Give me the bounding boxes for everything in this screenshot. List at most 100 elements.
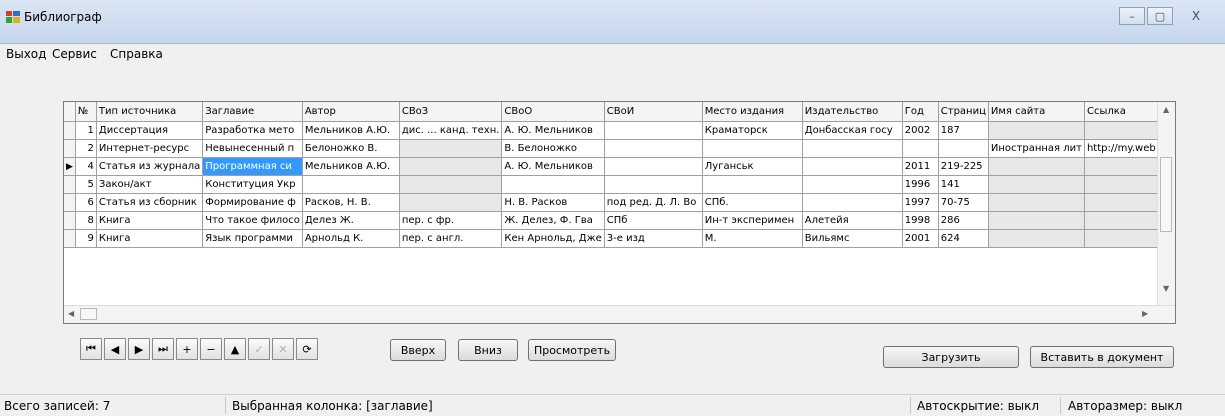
table-cell[interactable]: 5 [75,175,97,194]
table-cell[interactable]: Книга [96,229,204,248]
column-header[interactable]: Тип источника [96,102,204,122]
table-cell[interactable] [802,193,903,212]
table-cell[interactable]: 219-225 [938,157,989,176]
table-cell[interactable]: СПб [604,211,703,230]
maximize-button[interactable]: ▢ [1147,7,1173,25]
table-cell[interactable]: 141 [938,175,989,194]
edit-record-icon[interactable]: ▲ [224,338,246,360]
table-cell[interactable]: Кен Арнольд, Дже [501,229,605,248]
table-cell[interactable] [1084,193,1159,212]
table-cell[interactable]: 1998 [902,211,939,230]
row-header[interactable] [64,193,76,212]
table-cell[interactable] [802,139,903,158]
view-button[interactable]: Просмотреть [528,339,616,361]
table-row[interactable]: 1 Диссертация Разработка мето Мельников А.Ю… [64,121,1159,140]
delete-record-icon[interactable]: − [200,338,222,360]
table-row[interactable]: 5 Закон/акт Конституция Укр 1996 141 [64,175,1159,194]
column-header[interactable]: Автор [302,102,400,122]
table-cell[interactable] [399,193,503,212]
table-cell[interactable]: Луганськ [702,157,803,176]
table-cell[interactable] [604,139,703,158]
table-cell[interactable]: Арнольд К. [302,229,400,248]
table-cell[interactable] [988,157,1085,176]
table-cell[interactable] [1084,157,1159,176]
table-cell[interactable]: 187 [938,121,989,140]
table-cell[interactable]: 286 [938,211,989,230]
minimize-button[interactable]: – [1119,7,1145,25]
table-cell[interactable] [988,193,1085,212]
table-cell[interactable]: Книга [96,211,204,230]
table-cell[interactable] [988,121,1085,140]
table-cell[interactable] [938,139,989,158]
table-cell[interactable]: 2001 [902,229,939,248]
column-header[interactable]: СВоИ [604,102,703,122]
table-cell[interactable] [399,175,503,194]
row-header[interactable] [64,121,76,140]
scroll-right-icon[interactable]: ▶ [1142,309,1148,318]
table-cell[interactable] [702,175,803,194]
row-header[interactable] [64,139,76,158]
scroll-up-icon[interactable]: ▲ [1163,105,1169,114]
column-header[interactable]: Место издания [702,102,803,122]
table-cell[interactable]: СПб. [702,193,803,212]
table-cell[interactable]: 8 [75,211,97,230]
table-cell[interactable]: Ин-т эксперимен [702,211,803,230]
table-cell[interactable]: Ж. Делез, Ф. Гва [501,211,605,230]
table-cell[interactable] [802,175,903,194]
row-header[interactable] [64,229,76,248]
move-down-button[interactable]: Вниз [458,339,518,361]
table-cell[interactable]: 1997 [902,193,939,212]
table-cell[interactable]: пер. с англ. [399,229,503,248]
table-cell[interactable]: Краматорск [702,121,803,140]
table-cell[interactable]: 1996 [902,175,939,194]
refresh-icon[interactable]: ⟳ [296,338,318,360]
table-cell[interactable]: Н. В. Расков [501,193,605,212]
insert-into-document-button[interactable]: Вставить в документ [1030,346,1174,368]
table-cell[interactable]: 2002 [902,121,939,140]
table-cell[interactable] [1084,229,1159,248]
column-header[interactable]: Имя сайта [988,102,1085,122]
table-cell[interactable]: Вильямс [802,229,903,248]
prior-record-icon[interactable]: ◀ [104,338,126,360]
table-cell[interactable]: Мельников А.Ю. [302,157,400,176]
menu-help[interactable]: Справка [110,47,163,61]
table-row[interactable]: 8 Книга Что такое филосо Делез Ж. пер. с фр.… [64,211,1159,230]
table-cell[interactable] [702,139,803,158]
table-cell[interactable]: Программная си [202,157,303,176]
table-cell[interactable] [302,175,400,194]
table-row[interactable]: 2 Интернет-ресурс Невынесенный п Белоножко … [64,139,1159,158]
table-cell[interactable]: дис. ... канд. техн. [399,121,503,140]
table-cell[interactable] [988,229,1085,248]
horizontal-scroll-thumb[interactable] [80,308,97,320]
insert-record-icon[interactable]: + [176,338,198,360]
table-cell[interactable] [902,139,939,158]
vertical-scroll-thumb[interactable] [1160,157,1172,232]
table-cell[interactable]: Диссертация [96,121,204,140]
table-cell[interactable]: А. Ю. Мельников [501,157,605,176]
table-cell[interactable]: 3-е изд [604,229,703,248]
close-button[interactable]: X [1175,7,1217,25]
table-cell[interactable] [399,157,503,176]
table-cell[interactable]: Статья из сборник [96,193,204,212]
table-cell[interactable] [1084,121,1159,140]
table-cell[interactable]: Донбасская госу [802,121,903,140]
table-cell[interactable]: http://my.web [1084,139,1159,158]
table-cell[interactable]: Иностранная лит [988,139,1085,158]
table-cell[interactable]: 2011 [902,157,939,176]
table-cell[interactable]: 4 [75,157,97,176]
table-cell[interactable]: Расков, Н. В. [302,193,400,212]
table-cell[interactable]: Конституция Укр [202,175,303,194]
column-header[interactable]: № [75,102,97,122]
table-cell[interactable] [399,139,503,158]
table-cell[interactable] [988,211,1085,230]
horizontal-scrollbar[interactable]: ◀ ▶ [64,305,1175,323]
row-header[interactable]: ▶ [64,157,76,176]
table-cell[interactable] [802,157,903,176]
menu-exit[interactable]: Выход [6,47,46,61]
table-cell[interactable]: Закон/акт [96,175,204,194]
table-row[interactable]: 9 Книга Язык программи Арнольд К. пер. с анг… [64,229,1159,248]
row-header[interactable] [64,211,76,230]
table-row[interactable]: 6 Статья из сборник Формирование ф Расков, … [64,193,1159,212]
table-cell[interactable]: 70-75 [938,193,989,212]
table-cell[interactable]: М. [702,229,803,248]
